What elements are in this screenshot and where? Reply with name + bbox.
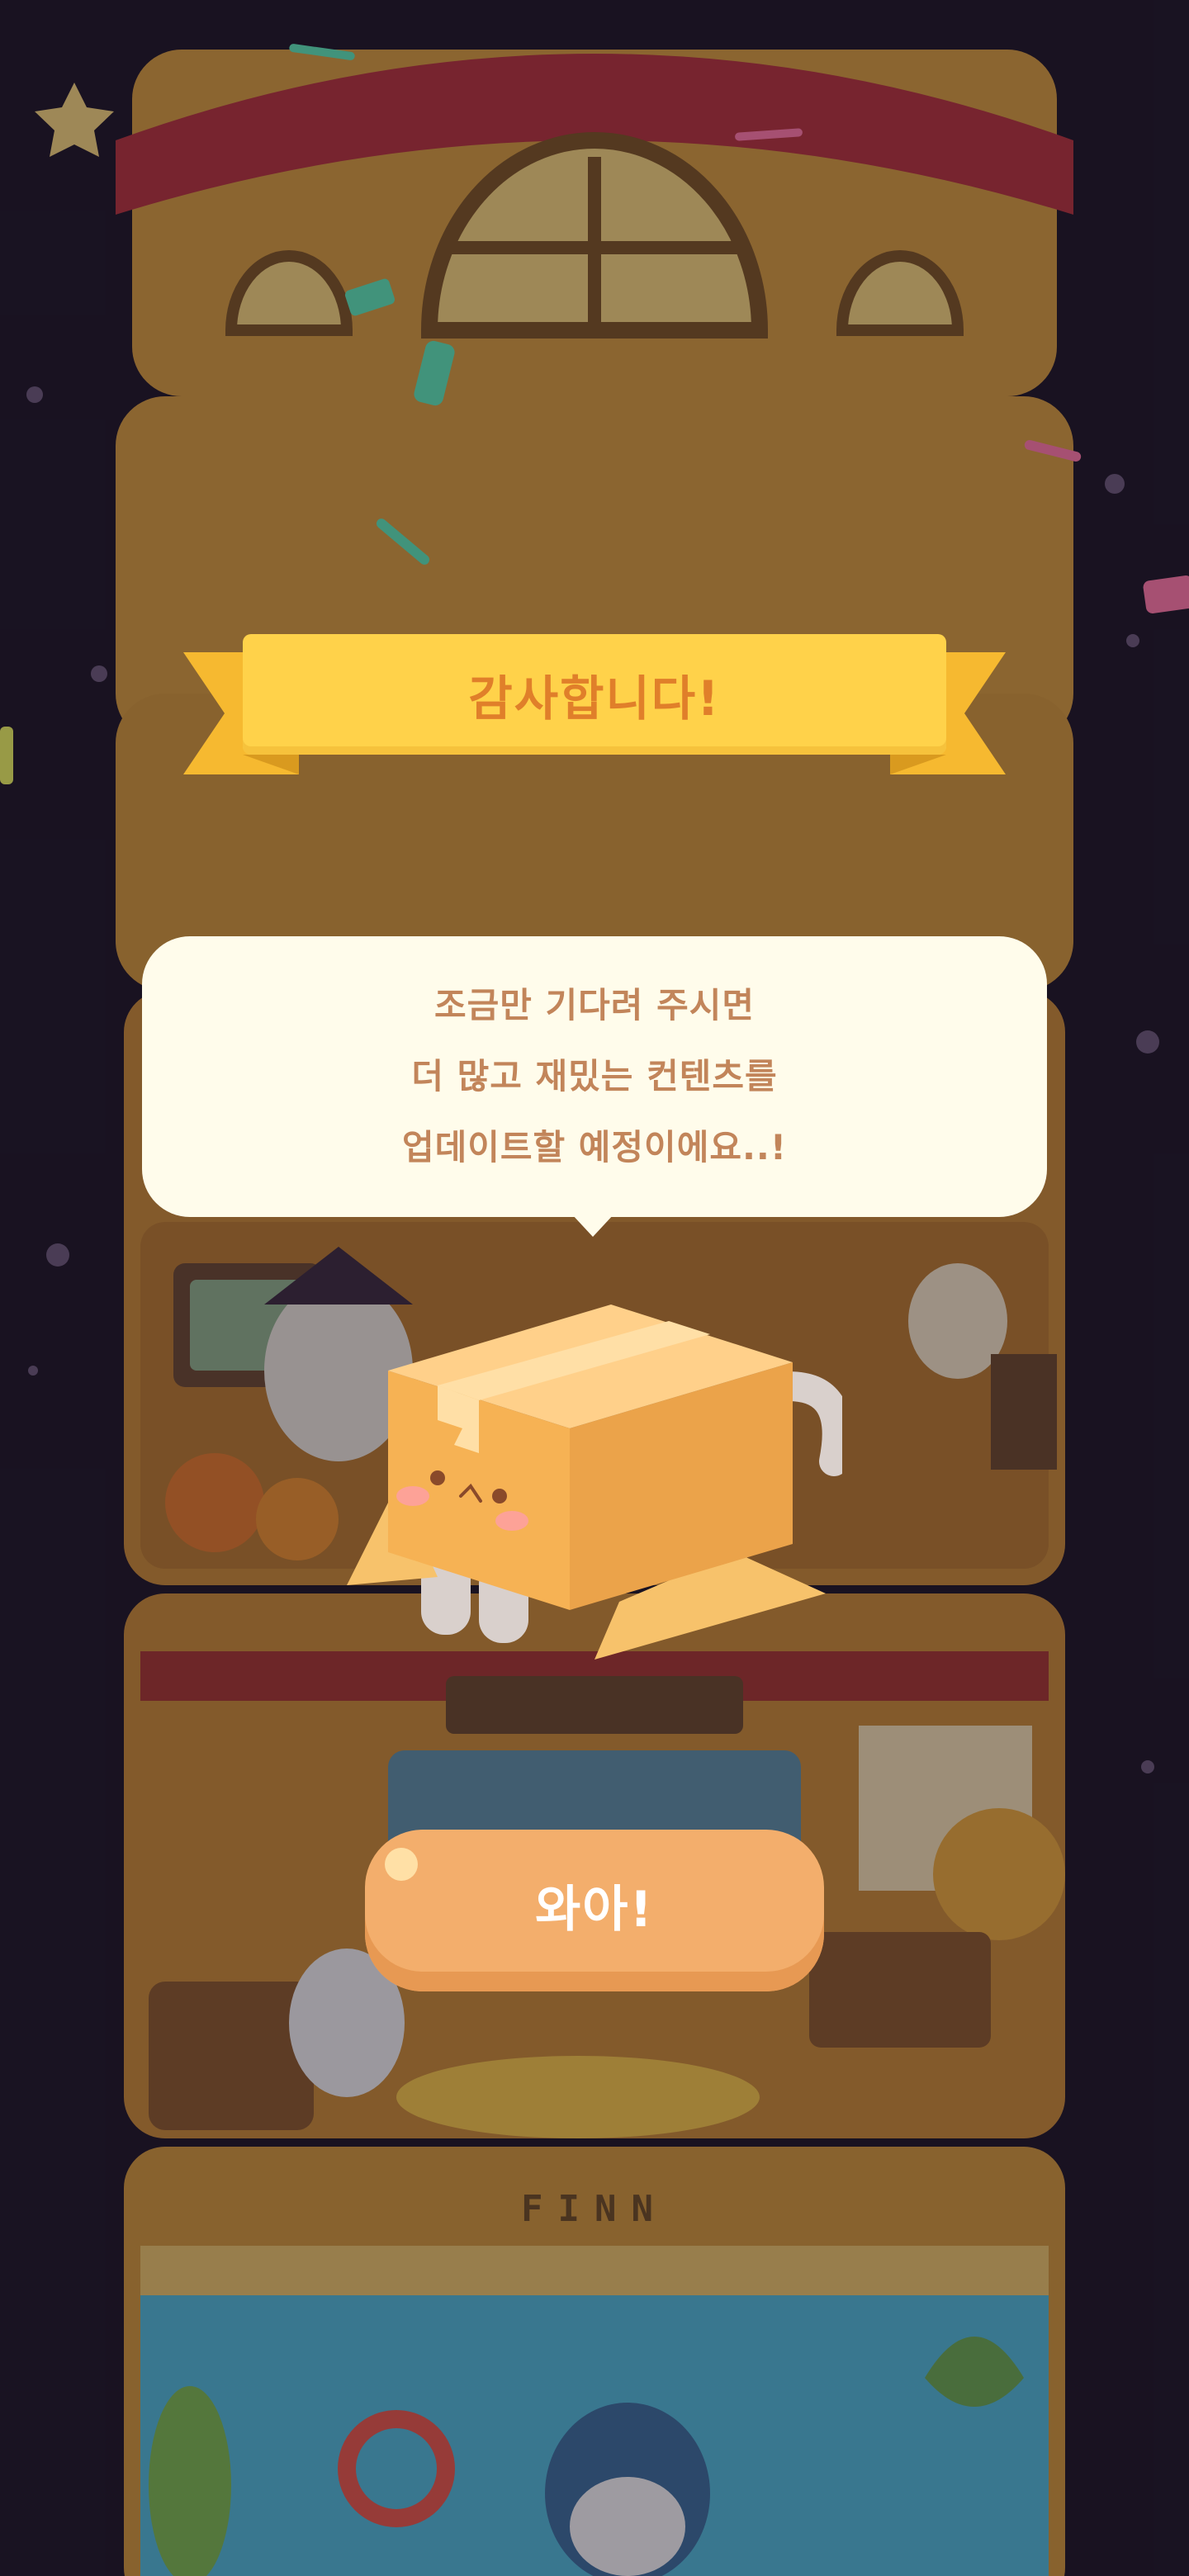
banner-title: 감사합니다!: [468, 670, 721, 727]
message-line-2: 더 많고 재밌는 컨텐츠를: [411, 1056, 778, 1096]
message-bubble: 조금만 기다려 주시면 더 많고 재밌는 컨텐츠를 업데이트할 예정이에요..!: [142, 936, 1047, 1217]
message-line-1: 조금만 기다려 주시면: [433, 985, 755, 1025]
button-shine: [385, 1848, 418, 1881]
cardboard-box-cat-icon: [347, 1280, 852, 1676]
ribbon-body: 감사합니다!: [243, 634, 946, 755]
wow-button-label: 와아!: [535, 1880, 654, 1939]
wow-button[interactable]: 와아!: [365, 1830, 824, 1991]
message-line-3: 업데이트할 예정이에요..!: [401, 1127, 788, 1167]
room-sign: FINN: [521, 2188, 668, 2230]
thank-you-banner: 감사합니다!: [183, 634, 1006, 774]
bubble-tail: [571, 1214, 614, 1237]
